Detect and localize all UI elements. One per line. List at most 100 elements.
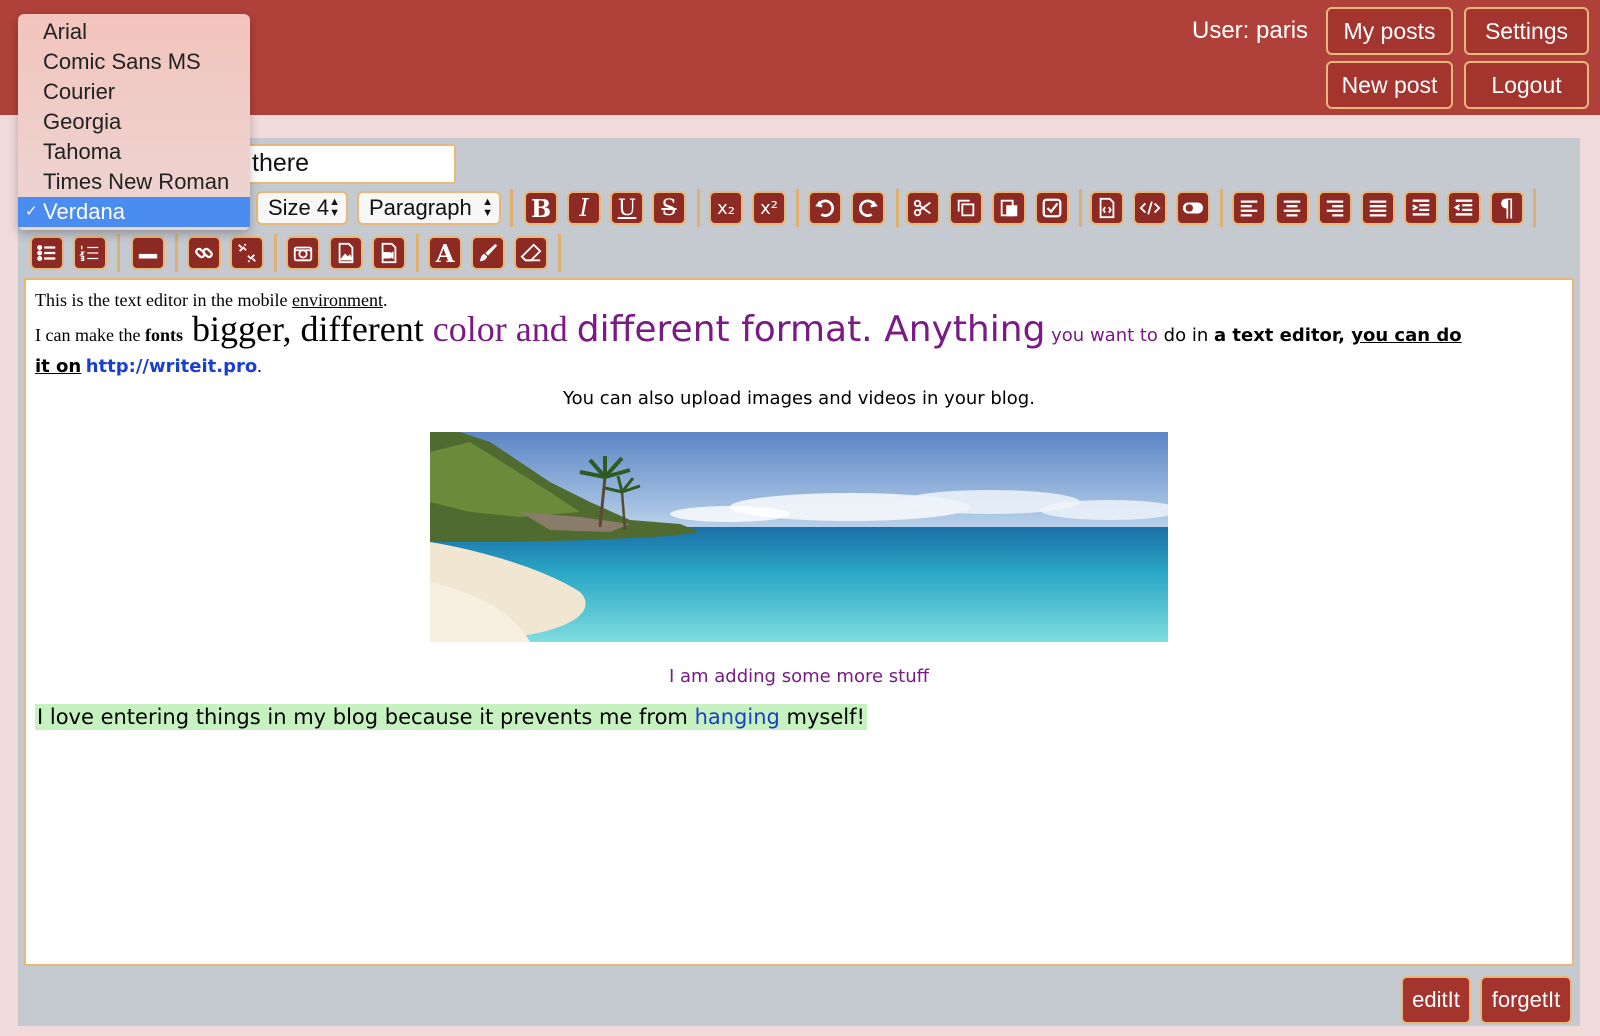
- font-size-select[interactable]: Size 4 ▲ ▼: [256, 191, 348, 225]
- post-title-input[interactable]: there: [238, 144, 456, 184]
- font-family-dropdown[interactable]: Arial Comic Sans MS Courier Georgia Taho…: [18, 14, 250, 230]
- text-run: I can make the: [35, 325, 145, 345]
- url-link[interactable]: http://writeit.pro: [86, 356, 257, 377]
- text-run: myself!: [779, 705, 865, 729]
- strikethrough-button[interactable]: S: [652, 191, 686, 225]
- insert-image-button[interactable]: [329, 236, 363, 270]
- text-run: do in: [1163, 325, 1214, 346]
- font-option-georgia[interactable]: Georgia: [18, 107, 250, 137]
- edit-it-button[interactable]: editIt: [1401, 976, 1471, 1024]
- outdent-button[interactable]: [1447, 191, 1481, 225]
- paste-button[interactable]: [992, 191, 1026, 225]
- bullet-list-button[interactable]: [30, 236, 64, 270]
- scissors-icon: [913, 199, 931, 217]
- text-run: I love entering things in my blog becaus…: [37, 705, 695, 729]
- text-run: .: [257, 356, 262, 376]
- toolbar-divider: [1533, 189, 1536, 227]
- italic-button[interactable]: I: [567, 191, 601, 225]
- horizontal-rule-button[interactable]: [131, 236, 165, 270]
- redo-button[interactable]: [851, 191, 885, 225]
- my-posts-button[interactable]: My posts: [1326, 7, 1453, 55]
- align-left-button[interactable]: [1232, 191, 1266, 225]
- unlink-icon: [238, 243, 256, 263]
- user-label: User: paris: [1192, 17, 1309, 44]
- eraser-icon: [520, 243, 542, 262]
- redo-icon: [859, 199, 878, 217]
- checkmark-icon: ✓: [25, 203, 38, 220]
- toolbar-divider: [510, 189, 513, 227]
- undo-icon: [815, 199, 834, 217]
- image-file-icon: [338, 242, 354, 264]
- toggle-button[interactable]: [1176, 191, 1210, 225]
- align-center-icon: [1283, 200, 1301, 217]
- cut-button[interactable]: [906, 191, 940, 225]
- text-run: .: [382, 290, 388, 310]
- toolbar-divider: [1220, 189, 1223, 227]
- html-code-button[interactable]: [1133, 191, 1167, 225]
- new-post-button[interactable]: New post: [1326, 61, 1453, 109]
- font-option-label: Verdana: [43, 199, 125, 224]
- insert-media-button[interactable]: [286, 236, 320, 270]
- rich-text-editor[interactable]: This is the text editor in the mobile en…: [24, 278, 1574, 966]
- justify-icon: [1369, 200, 1387, 217]
- code-icon: [1139, 201, 1161, 215]
- toolbar-divider: [1079, 189, 1082, 227]
- undo-button[interactable]: [808, 191, 842, 225]
- background-color-button[interactable]: [471, 236, 505, 270]
- font-option-comic-sans[interactable]: Comic Sans MS: [18, 47, 250, 77]
- toolbar-divider: [416, 234, 419, 272]
- editor-paragraph: I am adding some more stuff: [668, 666, 930, 687]
- superscript-button[interactable]: x²: [752, 191, 786, 225]
- bold-text: fonts: [144, 325, 183, 345]
- toolbar-divider: [558, 234, 561, 272]
- indent-button[interactable]: [1404, 191, 1438, 225]
- font-option-times-new-roman[interactable]: Times New Roman: [18, 167, 250, 197]
- block-format-value: Paragraph: [369, 195, 472, 220]
- select-all-button[interactable]: [1035, 191, 1069, 225]
- align-right-icon: [1326, 200, 1344, 217]
- copy-icon: [957, 199, 975, 217]
- bold-text: a text editor,: [1213, 325, 1352, 346]
- paste-icon: [1000, 199, 1018, 217]
- block-format-select[interactable]: Paragraph ▲ ▼: [357, 191, 501, 225]
- video-file-icon: [381, 242, 397, 264]
- editor-paragraph: You can also upload images and videos in…: [563, 388, 1035, 409]
- remove-link-button[interactable]: [230, 236, 264, 270]
- hanging-link[interactable]: hanging: [695, 705, 780, 729]
- font-option-arial[interactable]: Arial: [18, 17, 250, 47]
- numbered-list-icon: [79, 245, 99, 261]
- paragraph-mark-button[interactable]: ¶: [1490, 191, 1524, 225]
- beach-image[interactable]: [430, 432, 1168, 642]
- align-right-button[interactable]: [1318, 191, 1352, 225]
- logout-button[interactable]: Logout: [1464, 61, 1589, 109]
- editor-paragraph: This is the text editor in the mobile en…: [35, 290, 387, 311]
- insert-link-button[interactable]: [187, 236, 221, 270]
- copy-button[interactable]: [949, 191, 983, 225]
- forget-it-button[interactable]: forgetIt: [1480, 976, 1572, 1024]
- insert-video-button[interactable]: [372, 236, 406, 270]
- text-run: This is the text editor in the mobile: [35, 290, 292, 310]
- subscript-button[interactable]: x₂: [709, 191, 743, 225]
- indent-icon: [1412, 199, 1430, 216]
- font-color-button[interactable]: A: [428, 236, 462, 270]
- camera-icon: [293, 246, 313, 262]
- font-option-tahoma[interactable]: Tahoma: [18, 137, 250, 167]
- link-icon: [195, 247, 213, 259]
- source-file-button[interactable]: [1090, 191, 1124, 225]
- font-option-courier[interactable]: Courier: [18, 77, 250, 107]
- underline-button[interactable]: U: [610, 191, 644, 225]
- font-option-verdana[interactable]: ✓ Verdana: [18, 197, 250, 227]
- bold-button[interactable]: B: [524, 191, 558, 225]
- big-text: bigger, different: [182, 309, 433, 349]
- settings-button[interactable]: Settings: [1464, 7, 1589, 55]
- numbered-list-button[interactable]: [73, 236, 107, 270]
- justify-button[interactable]: [1361, 191, 1395, 225]
- toolbar-divider: [274, 234, 277, 272]
- align-center-button[interactable]: [1275, 191, 1309, 225]
- brush-icon: [479, 243, 498, 262]
- colored-text: you want to: [1045, 325, 1164, 346]
- clear-format-button[interactable]: [514, 236, 548, 270]
- colored-text: color and: [432, 309, 577, 349]
- font-size-value: Size 4: [268, 195, 330, 220]
- align-left-icon: [1240, 200, 1258, 217]
